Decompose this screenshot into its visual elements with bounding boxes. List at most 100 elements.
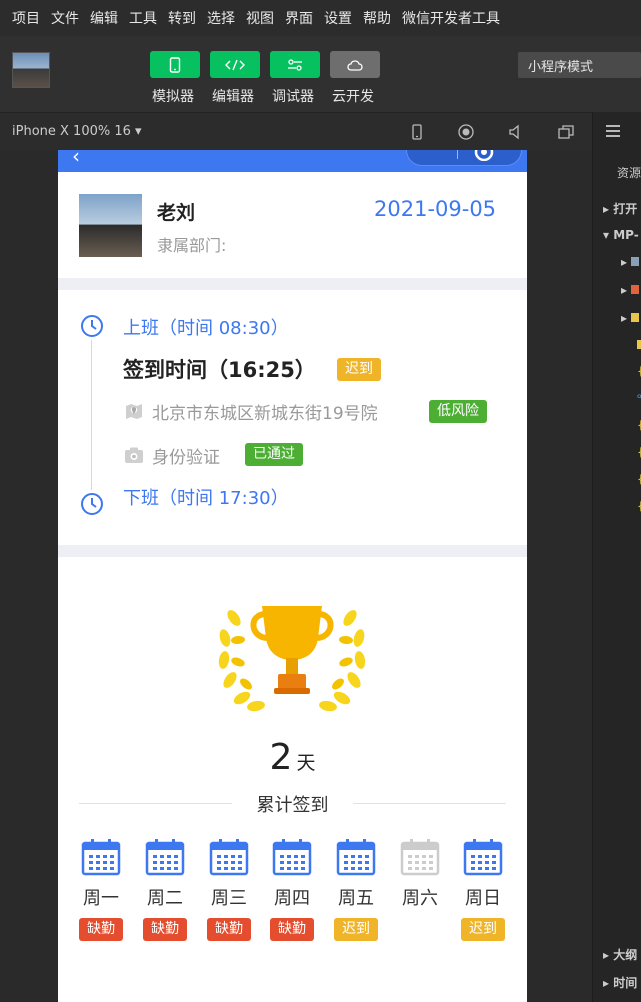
identity-badge: 已通过: [245, 443, 303, 466]
menu-item-view[interactable]: 视图: [246, 8, 274, 28]
user-avatar[interactable]: [12, 52, 50, 88]
day-status-badge: 缺勤: [143, 918, 187, 941]
menu-bar: 项目 文件 编辑 工具 转到 选择 视图 界面 设置 帮助 微信开发者工具: [0, 0, 641, 36]
tree-file-1[interactable]: [637, 338, 641, 352]
weekday-6[interactable]: 周六: [390, 838, 450, 910]
cloud-dev-label: 云开发: [332, 89, 374, 105]
menu-item-goto[interactable]: 转到: [168, 8, 196, 28]
menu-item-help[interactable]: 帮助: [363, 8, 391, 28]
open-editors-label: 打开: [613, 202, 638, 216]
sign-time: 签到时间（16:25）: [123, 358, 316, 382]
phone-icon: [169, 56, 181, 73]
outline-label: 大纲: [613, 948, 638, 962]
debugger-button[interactable]: [270, 51, 320, 78]
menu-item-select[interactable]: 选择: [207, 8, 235, 28]
weekday-5[interactable]: 周五 迟到: [326, 838, 386, 941]
identity-label: 身份验证: [152, 448, 220, 468]
code-icon: [225, 59, 245, 70]
debug-icon: [288, 58, 302, 71]
weekday-2[interactable]: 周二 缺勤: [135, 838, 195, 941]
weekday-1[interactable]: 周一 缺勤: [71, 838, 131, 941]
day-status-badge: 缺勤: [207, 918, 251, 941]
attendance-card: 上班（时间 08:30） 签到时间（16:25） 迟到 北京市东城区新城东街19…: [58, 290, 527, 545]
simulator-button[interactable]: [150, 51, 200, 78]
editor-button[interactable]: [210, 51, 260, 78]
calendar-icon: [400, 839, 440, 876]
tree-file-3[interactable]: ꟹ: [637, 391, 641, 405]
weekday-label: 周四: [274, 888, 310, 909]
shift-out-label: 下班（时间 17:30）: [123, 488, 289, 509]
section-divider: [58, 545, 527, 557]
timeline-label: 时间: [613, 976, 638, 990]
calendar-icon: [209, 839, 249, 876]
clock-icon: [81, 315, 103, 337]
weekday-label: 周一: [83, 888, 119, 909]
resources-label: 资源: [617, 166, 641, 180]
simulator-label: 模拟器: [152, 89, 194, 105]
weekday-label: 周五: [338, 888, 374, 909]
tree-file-6[interactable]: {: [637, 472, 641, 486]
mode-select[interactable]: 小程序模式: [518, 52, 641, 78]
tree-file-7[interactable]: {: [637, 499, 641, 513]
debugger-label: 调试器: [272, 89, 314, 105]
total-sign-label: 累计签到: [256, 795, 329, 816]
cloud-dev-button[interactable]: [330, 51, 380, 78]
profile-card: 老刘 隶属部门: 2021-09-05: [58, 172, 527, 278]
tree-file-5[interactable]: {: [637, 445, 641, 459]
device-select[interactable]: iPhone X 100% 16 ▾: [12, 124, 142, 139]
menu-capsule[interactable]: [406, 150, 522, 166]
menu-item-settings[interactable]: 设置: [324, 8, 352, 28]
menu-item-file[interactable]: 文件: [51, 8, 79, 28]
tree-file-2[interactable]: {: [637, 364, 641, 378]
sign-count-number: 2: [269, 737, 293, 778]
day-status-badge: 缺勤: [79, 918, 123, 941]
project-section[interactable]: ▾ MP-: [603, 228, 639, 242]
popout-window-icon[interactable]: [557, 123, 575, 141]
menu-item-edit[interactable]: 编辑: [90, 8, 118, 28]
calendar-icon: [81, 839, 121, 876]
user-name: 老刘: [157, 202, 196, 224]
simulator-screen: ‹ 老刘 隶属部门: 2021-09-05 上班（时间 08:30） 签到时间（…: [58, 150, 527, 1002]
capsule-close-icon[interactable]: [473, 150, 495, 161]
project-label: MP-: [613, 228, 639, 242]
menu-item-wechat-devtools[interactable]: 微信开发者工具: [402, 8, 500, 28]
clock-icon: [81, 493, 103, 515]
calendar-icon: [463, 839, 503, 876]
weekday-label: 周六: [402, 888, 438, 909]
profile-photo: [79, 194, 142, 257]
weekday-label: 周日: [465, 888, 501, 909]
tree-file-4[interactable]: {: [637, 418, 641, 432]
weekday-label: 周二: [147, 888, 183, 909]
timeline-line: [91, 340, 92, 490]
calendar-icon: [272, 839, 312, 876]
risk-badge: 低风险: [429, 400, 487, 423]
date-label[interactable]: 2021-09-05: [374, 197, 496, 221]
device-phone-icon[interactable]: [408, 123, 426, 141]
sound-icon[interactable]: [507, 123, 525, 141]
toolbar: 模拟器 编辑器 调试器 云开发 小程序模式: [0, 36, 641, 112]
menu-item-project[interactable]: 项目: [12, 8, 40, 28]
back-icon[interactable]: ‹: [72, 150, 80, 168]
day-status-badge: 缺勤: [270, 918, 314, 941]
trophy-icon: [218, 606, 366, 712]
weekday-7[interactable]: 周日 迟到: [453, 838, 513, 941]
menu-item-interface[interactable]: 界面: [285, 8, 313, 28]
weekday-3[interactable]: 周三 缺勤: [199, 838, 259, 941]
shift-in-label: 上班（时间 08:30）: [123, 318, 289, 339]
list-menu-icon[interactable]: [605, 124, 621, 138]
open-editors-section[interactable]: ▸ 打开: [603, 200, 637, 217]
tree-folder-2[interactable]: ▸: [621, 283, 639, 297]
address-text: 北京市东城区新城东街19号院: [152, 404, 378, 424]
tree-folder-3[interactable]: ▸: [621, 311, 639, 325]
sign-count: 2天: [58, 737, 527, 778]
outline-section[interactable]: ▸ 大纲: [603, 946, 637, 963]
day-status-badge: 迟到: [461, 918, 505, 941]
weekday-4[interactable]: 周四 缺勤: [262, 838, 322, 941]
section-divider: [58, 278, 527, 290]
menu-item-tools[interactable]: 工具: [129, 8, 157, 28]
record-icon[interactable]: [457, 123, 475, 141]
department-label: 隶属部门:: [157, 236, 227, 255]
timeline-section[interactable]: ▸ 时间: [603, 974, 637, 991]
tree-folder-1[interactable]: ▸: [621, 255, 639, 269]
late-badge: 迟到: [337, 358, 381, 381]
